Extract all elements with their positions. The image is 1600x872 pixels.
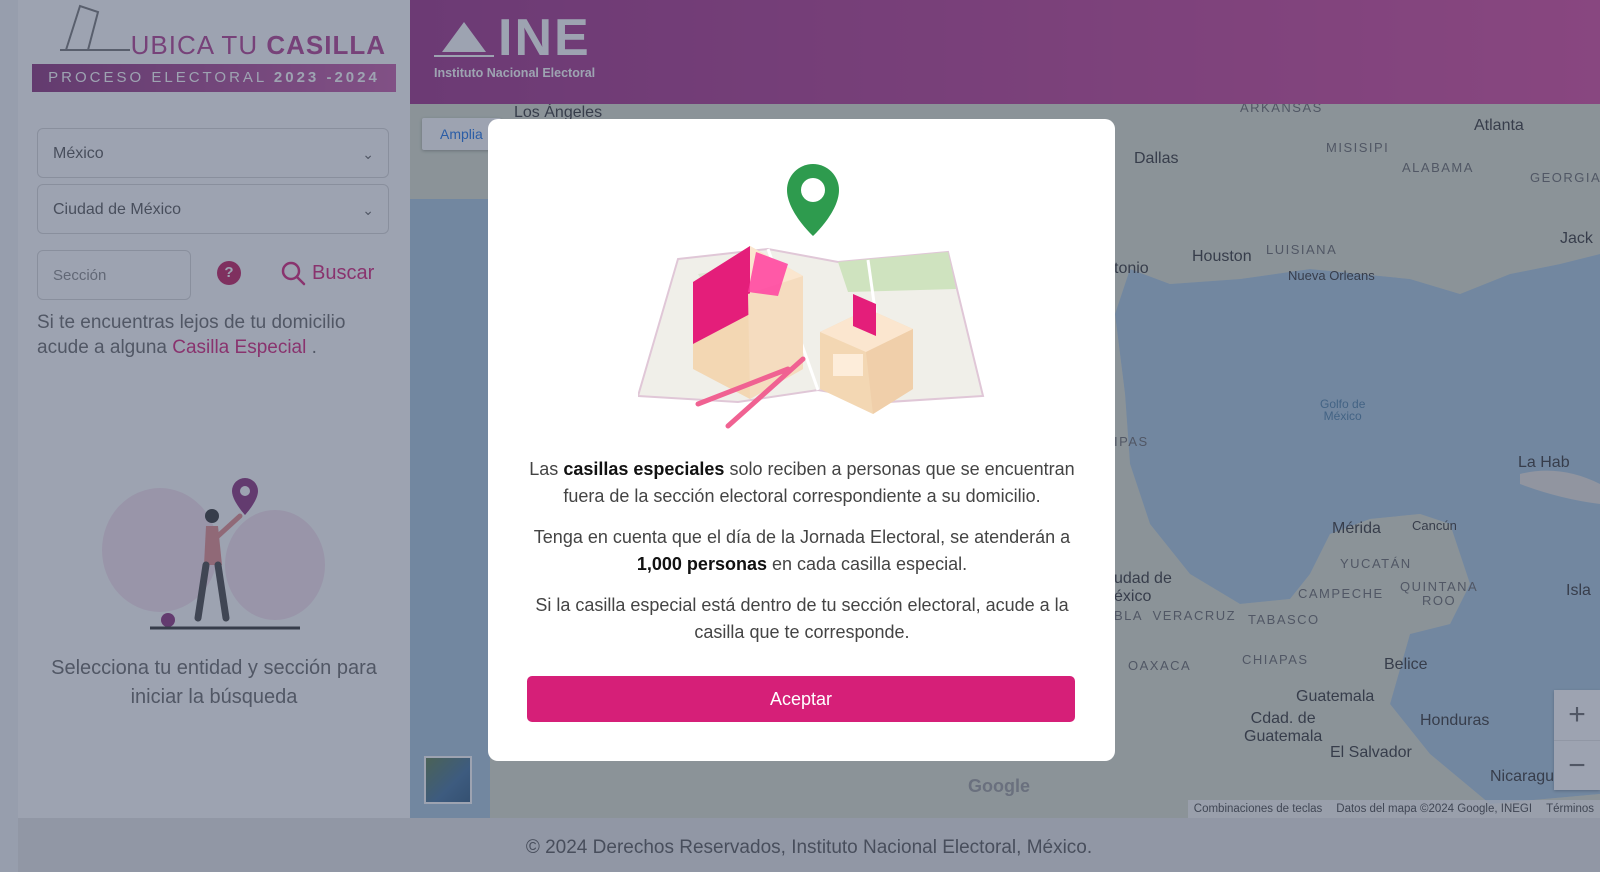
- modal-paragraph-1: Las casillas especiales solo reciben a p…: [529, 459, 1075, 506]
- bold-term: 1,000 personas: [636, 554, 767, 574]
- bold-term: casillas especiales: [563, 459, 725, 479]
- special-casilla-modal: Las casillas especiales solo reciben a p…: [488, 119, 1115, 761]
- modal-paragraph-2: Tenga en cuenta que el día de la Jornada…: [533, 527, 1071, 574]
- casilla-map-illustration: [638, 164, 985, 429]
- accept-button[interactable]: Aceptar: [527, 676, 1075, 722]
- modal-paragraph-3: Si la casilla especial está dentro de tu…: [535, 595, 1069, 642]
